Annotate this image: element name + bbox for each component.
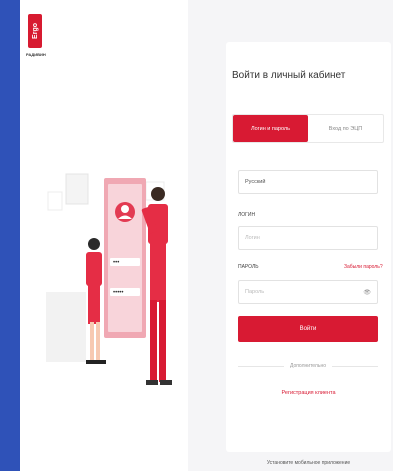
divider-line [238,365,284,367]
login-placeholder: Логин [245,235,260,241]
tab-digital-signature[interactable]: Вход по ЭЦП [308,115,383,142]
forgot-password-link[interactable]: Забыли пароль? [344,264,383,270]
password-placeholder: Пароль [245,289,265,295]
login-label: ЛОГИН [238,212,256,218]
tab-login-password[interactable]: Логин и пароль [233,115,308,142]
register-link[interactable]: Регистрация клиента [226,390,391,396]
footer-text[interactable]: Установите мобильное приложение [226,460,391,466]
divider: Дополнительно [238,362,378,370]
login-field[interactable]: Логин [238,226,378,250]
eye-icon[interactable]: 👁 [363,289,371,296]
brand-logo[interactable]: Ergo [28,14,42,48]
page-title: Войти в личный кабинет [232,70,346,81]
login-illustration: ••• ••••• [46,173,172,385]
login-button[interactable]: Войти [238,316,378,342]
divider-line [332,365,378,367]
logo-mark: Ergo [31,23,39,39]
svg-text:•••••: ••••• [113,290,124,296]
divider-label: Дополнительно [290,363,326,369]
svg-text:•••: ••• [113,260,119,266]
login-card: Войти в личный кабинет Логин и пароль Вх… [226,42,391,452]
auth-tabs: Логин и пароль Вход по ЭЦП [232,114,384,143]
language-select[interactable]: Русский [238,170,378,194]
left-pane: Ergo РАДИВИН ••• ••••• [20,0,188,471]
language-value: Русский [245,179,266,185]
password-field[interactable]: Пароль 👁 [238,280,378,304]
logo-caption: РАДИВИН [26,52,46,57]
password-label: ПАРОЛЬ [238,264,259,270]
